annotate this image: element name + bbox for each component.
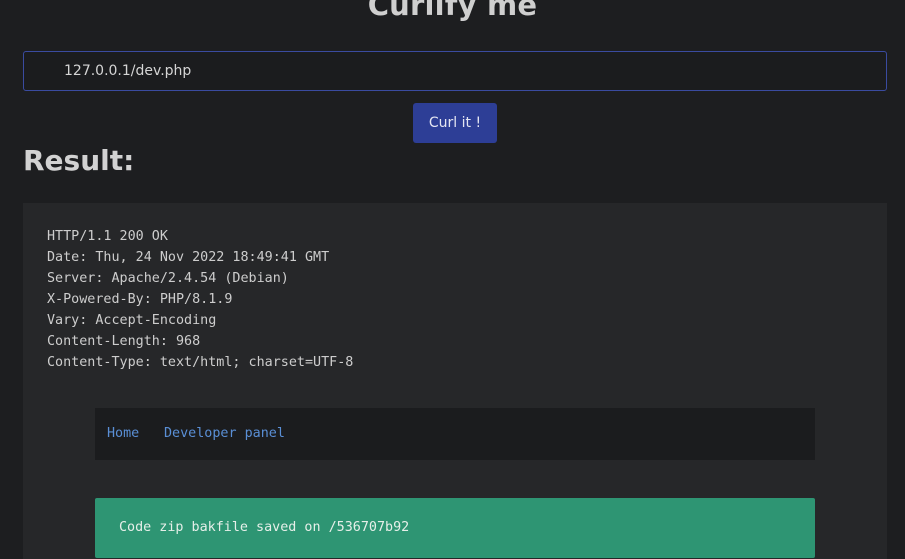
header-line: X-Powered-By: PHP/8.1.9 [47,292,233,307]
result-panel: HTTP/1.1 200 OK Date: Thu, 24 Nov 2022 1… [23,203,887,559]
header-line: Content-Type: text/html; charset=UTF-8 [47,355,354,370]
nav-link-developer-panel[interactable]: Developer panel [164,426,285,441]
header-line: HTTP/1.1 200 OK [47,229,168,244]
response-headers: HTTP/1.1 200 OK Date: Thu, 24 Nov 2022 1… [47,226,353,373]
rendered-navbar: Home Developer panel [95,408,815,460]
header-line: Content-Length: 968 [47,334,201,349]
header-line: Date: Thu, 24 Nov 2022 18:49:41 GMT [47,250,330,265]
page-title: Curlify me [367,0,538,22]
curl-button[interactable]: Curl it ! [413,103,497,143]
alert-message: Code zip bakfile saved on /536707b92 [119,520,410,535]
success-alert: Code zip bakfile saved on /536707b92 [95,498,815,558]
header-line: Vary: Accept-Encoding [47,313,217,328]
url-input[interactable] [23,51,887,91]
page: Curlify me Curl it ! Result: HTTP/1.1 20… [0,0,905,559]
header-line: Server: Apache/2.4.54 (Debian) [47,271,289,286]
result-heading: Result: [23,144,135,177]
nav-link-home[interactable]: Home [107,426,139,441]
